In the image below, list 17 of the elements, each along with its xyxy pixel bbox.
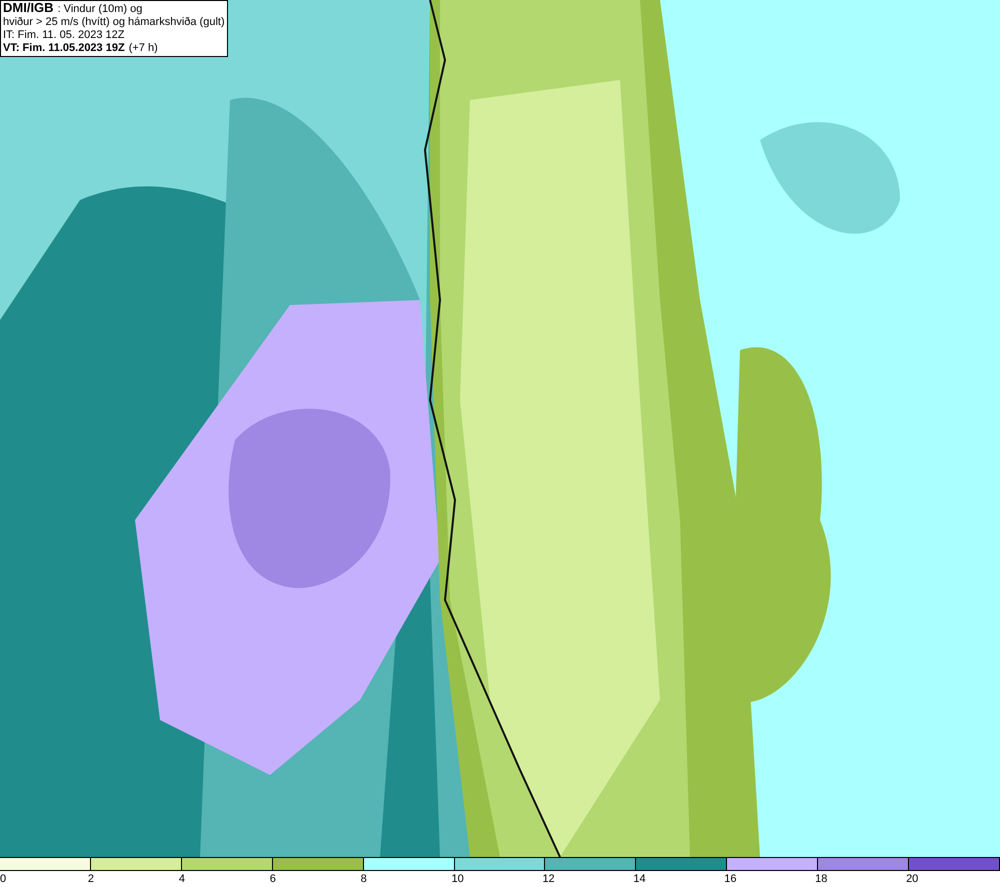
legend-tick-label: 20 (906, 873, 918, 885)
legend-tick-label: 18 (815, 873, 828, 885)
title-text: : Vindur (10m) og (58, 3, 142, 16)
legend-tick-label: 4 (178, 873, 185, 885)
legend-tick-label: 10 (452, 873, 464, 885)
legend-tick-label: 12 (542, 873, 555, 885)
legend-tick-label: 14 (633, 873, 646, 885)
initial-time-text: IT: Fim. 11. 05. 2023 12Z (3, 29, 126, 42)
legend-tick-label: 6 (270, 873, 276, 885)
legend-tick-label: 16 (724, 873, 736, 885)
valid-time-text: VT: Fim. 11.05.2023 19Z (3, 42, 125, 55)
legend-tick-label: 0 (0, 873, 6, 885)
legend-tick-label: 8 (360, 873, 367, 885)
legend-tick-label: 2 (88, 873, 94, 885)
subtitle-text: hviður > 25 m/s (hvítt) og hámarkshviða (gult) (3, 16, 225, 29)
lead-time-text: (+7 h) (128, 42, 158, 55)
source-label: DMI/IGB (3, 1, 54, 14)
